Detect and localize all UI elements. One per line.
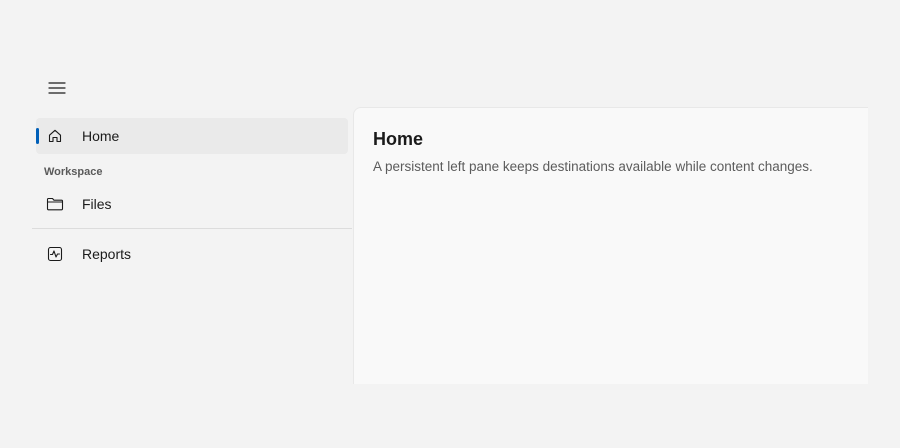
page-description: A persistent left pane keeps destination… <box>373 159 813 174</box>
nav-item-label: Files <box>82 196 112 212</box>
chart-icon <box>46 245 64 263</box>
nav-item-label: Home <box>82 128 120 144</box>
selection-indicator <box>36 128 39 144</box>
navigation-view: Home Workspace Files Reports Home A pers… <box>32 64 868 384</box>
nav-item-files[interactable]: Files <box>36 186 348 222</box>
folder-icon <box>46 195 64 213</box>
home-icon <box>46 127 64 145</box>
nav-item-reports[interactable]: Reports <box>36 236 348 272</box>
nav-item-home[interactable]: Home <box>36 118 348 154</box>
navigation-pane: Home Workspace Files Reports <box>32 64 352 384</box>
content-frame: Home A persistent left pane keeps destin… <box>353 107 868 384</box>
nav-section-header: Workspace <box>44 166 103 178</box>
page-title: Home <box>373 129 424 149</box>
nav-item-label: Reports <box>82 246 132 262</box>
nav-separator <box>32 228 352 229</box>
